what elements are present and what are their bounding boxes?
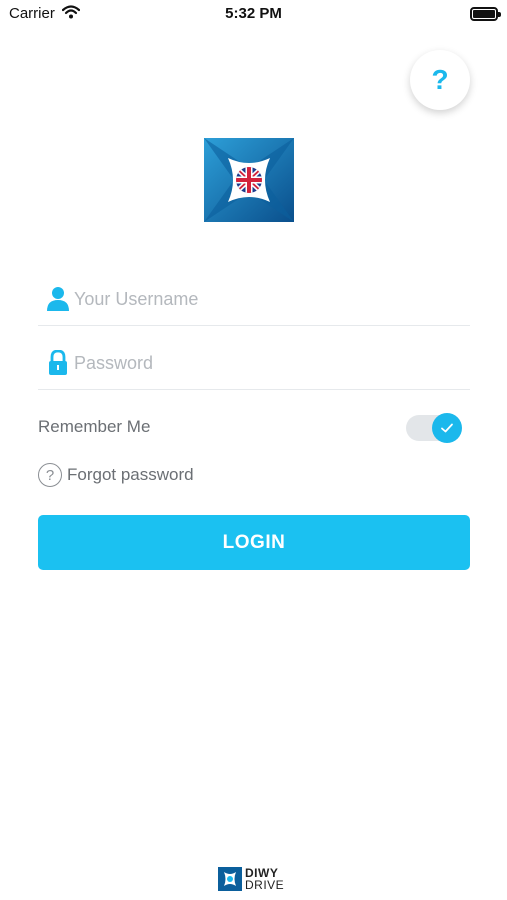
password-input[interactable] <box>74 346 454 380</box>
login-button[interactable]: LOGIN <box>38 515 470 570</box>
brand-name: DIWY DRIVE <box>245 867 284 891</box>
user-icon <box>47 287 69 311</box>
forgot-password-label: Forgot password <box>67 465 194 484</box>
help-question-icon: ? <box>431 64 449 95</box>
uk-flag-logo <box>204 138 294 222</box>
remember-me-label: Remember Me <box>38 417 151 436</box>
username-input[interactable] <box>74 282 454 316</box>
battery-icon <box>470 7 501 21</box>
forgot-password-link[interactable]: ? Forgot password <box>38 462 194 488</box>
brand-line2: DRIVE <box>245 878 285 892</box>
status-bar: Carrier 5:32 PM <box>0 0 507 30</box>
toggle-knob <box>432 413 462 443</box>
remember-me-toggle[interactable] <box>406 413 462 443</box>
password-field <box>38 332 470 390</box>
brand-logo: DIWY DRIVE <box>218 864 284 894</box>
diwy-drive-logo-icon <box>218 867 242 891</box>
question-circle-icon: ? <box>38 463 62 487</box>
lock-icon <box>49 350 67 375</box>
username-field <box>38 268 470 326</box>
help-button[interactable]: ? <box>410 50 470 110</box>
checkmark-icon <box>441 423 453 433</box>
clock: 5:32 PM <box>225 5 282 22</box>
